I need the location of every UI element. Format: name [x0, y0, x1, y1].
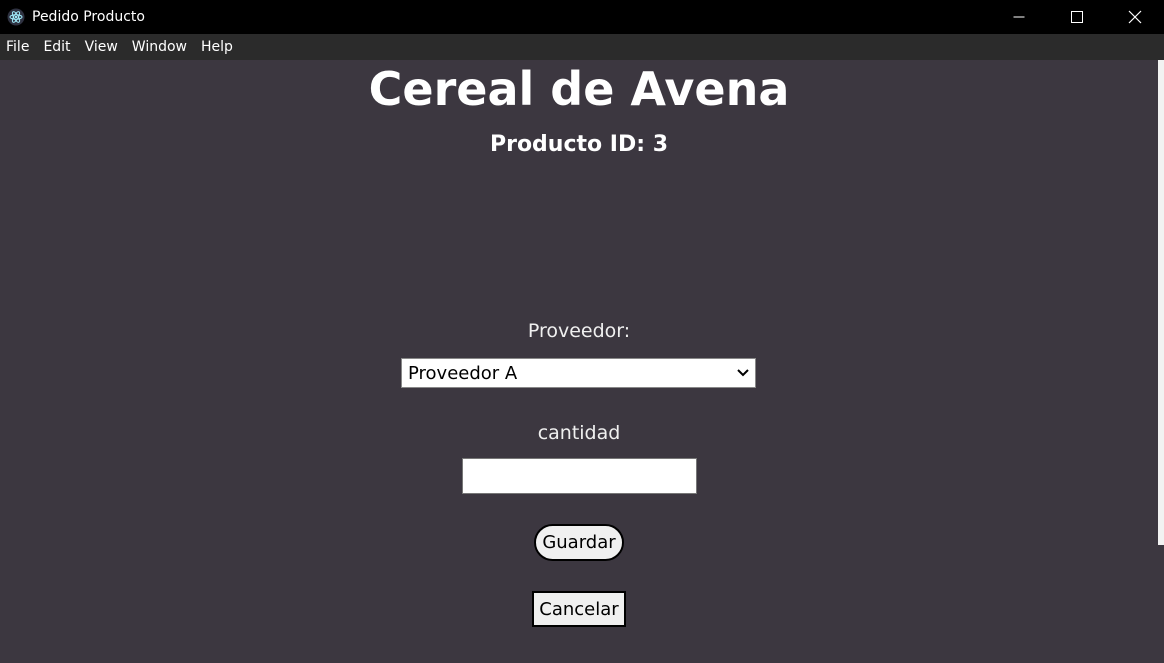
supplier-select[interactable]: Proveedor A	[401, 358, 756, 388]
window-controls	[990, 0, 1164, 34]
quantity-input[interactable]	[462, 458, 697, 494]
cancel-button[interactable]: Cancelar	[532, 591, 626, 627]
menu-bar: File Edit View Window Help	[0, 34, 1164, 60]
menu-view[interactable]: View	[79, 34, 125, 60]
electron-app-icon	[7, 8, 25, 26]
supplier-label: Proveedor:	[527, 320, 631, 342]
maximize-button[interactable]	[1048, 0, 1106, 34]
product-id-heading: Producto ID: 3	[489, 132, 669, 157]
window-titlebar: Pedido Producto	[0, 0, 1164, 34]
window-title: Pedido Producto	[32, 9, 145, 25]
product-name-heading: Cereal de Avena	[368, 62, 790, 116]
save-button[interactable]: Guardar	[534, 524, 624, 561]
menu-file[interactable]: File	[0, 34, 36, 60]
maximize-icon	[1071, 11, 1083, 23]
menu-help[interactable]: Help	[195, 34, 240, 60]
close-icon	[1128, 10, 1142, 24]
quantity-label: cantidad	[537, 422, 621, 444]
main-content: Cereal de Avena Producto ID: 3 Proveedor…	[0, 60, 1158, 663]
menu-window[interactable]: Window	[126, 34, 194, 60]
vertical-scrollbar[interactable]	[1158, 60, 1164, 545]
chevron-down-icon	[737, 369, 749, 377]
menu-edit[interactable]: Edit	[37, 34, 77, 60]
supplier-selected-value: Proveedor A	[408, 362, 518, 384]
minimize-icon	[1013, 16, 1025, 18]
minimize-button[interactable]	[990, 0, 1048, 34]
close-button[interactable]	[1106, 0, 1164, 34]
